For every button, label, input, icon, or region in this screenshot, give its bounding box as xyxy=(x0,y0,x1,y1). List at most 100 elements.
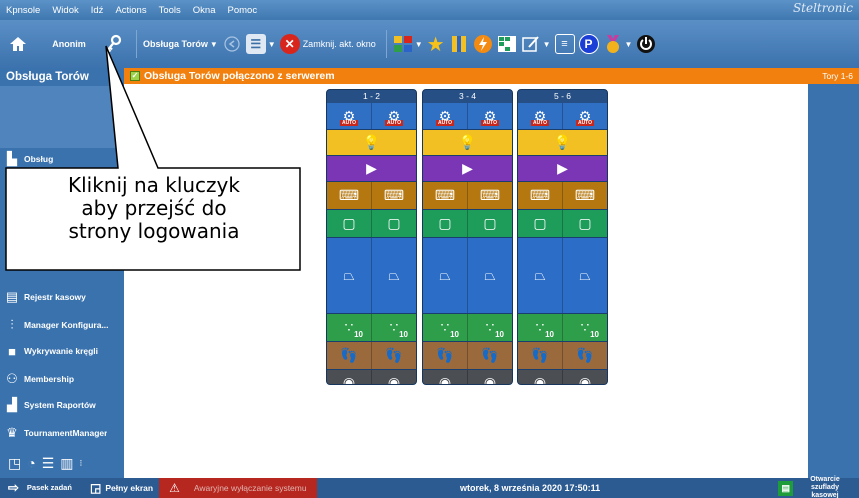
parking-button[interactable]: P xyxy=(578,34,599,54)
lane-control-row: ▢ ▢ xyxy=(327,209,416,237)
sidebar-item-config[interactable]: ⫶ Manager Konfigura... xyxy=(0,312,124,338)
pin-camera-button[interactable]: ▶ xyxy=(327,156,416,181)
sidebar-item-reports[interactable]: ▟ System Raportów xyxy=(0,392,124,418)
lights-button[interactable]: 💡 xyxy=(327,130,416,155)
back-button[interactable] xyxy=(222,36,242,52)
keyboard-button[interactable]: ⌨ xyxy=(468,182,512,209)
camera-pins-icon: ▶ xyxy=(557,160,568,176)
list-icon[interactable]: ☰ xyxy=(42,455,55,472)
ball-return-button[interactable]: ◉ xyxy=(372,370,416,384)
lanes-dropdown[interactable]: Obsługa Torów ▼ xyxy=(143,39,218,49)
taskbar-toggle-button[interactable]: ⇨ Pasek zadań xyxy=(0,478,72,498)
spreadsheet-button[interactable] xyxy=(497,34,517,54)
keyboard-button[interactable]: ⌨ xyxy=(563,182,607,209)
sidebar-item-lanes[interactable]: ▙ Obsług xyxy=(0,146,124,172)
pins-10-button[interactable]: ∵ 10 xyxy=(563,314,607,341)
sidebar-item-pin-detection[interactable]: ■ Wykrywanie kręgli xyxy=(0,338,124,364)
ball-return-button[interactable]: ◉ xyxy=(563,370,607,384)
gauge-icon[interactable]: ◔ xyxy=(27,455,35,471)
keyboard-button[interactable]: ⌨ xyxy=(518,182,563,209)
lane-control-row: 👣 👣 xyxy=(327,341,416,369)
menu-widok[interactable]: Widok xyxy=(46,5,84,16)
lightning-button[interactable] xyxy=(473,34,493,54)
lane-icon: ▙ xyxy=(7,151,17,166)
lane-settings-button[interactable] xyxy=(449,34,469,54)
lane-control-row: ▢ ▢ xyxy=(518,209,607,237)
fullscreen-button[interactable]: ◲ Pełny ekran xyxy=(90,478,153,498)
foul-line-button[interactable]: 👣 xyxy=(518,342,563,369)
pins-10-button[interactable]: ∵ 10 xyxy=(518,314,563,341)
lane-view-button[interactable]: ⏢ xyxy=(372,238,416,313)
ball-return-button[interactable]: ◉ xyxy=(327,370,372,384)
emergency-shutdown-button[interactable]: ⚠ Awaryjne wyłączanie systemu xyxy=(159,478,317,498)
power-button[interactable] xyxy=(636,34,656,54)
auto-pinsetter-button[interactable]: ⚙ AUTO xyxy=(327,103,372,129)
menu-actions[interactable]: Actions xyxy=(109,5,152,16)
chart-icon[interactable]: ▥ xyxy=(60,455,73,472)
color-grid-button[interactable]: ▼ xyxy=(393,34,423,54)
lane-view-button[interactable]: ⏢ xyxy=(423,238,468,313)
monitor-button[interactable]: ▢ xyxy=(372,210,416,237)
pins-10-button[interactable]: ∵ 10 xyxy=(468,314,512,341)
lane-view-button[interactable]: ⏢ xyxy=(563,238,607,313)
lane-pair-1[interactable]: 1 - 2 ⚙ AUTO ⚙ AUTO 💡 ▶ ⌨ ⌨ ▢ ▢ ⏢ ⏢ ∵ 10 ∵ 10 👣 👣 ◉ ◉ xyxy=(326,89,417,385)
auto-pinsetter-button[interactable]: ⚙ AUTO xyxy=(468,103,512,129)
list-panel-button[interactable]: ≡ xyxy=(554,34,575,54)
lights-button[interactable]: 💡 xyxy=(423,130,512,155)
menu-konsole[interactable]: Kpnsole xyxy=(0,5,46,16)
foot-icon: 👣 xyxy=(481,347,499,363)
menu-pomoc[interactable]: Pomoc xyxy=(222,5,264,16)
foul-line-button[interactable]: 👣 xyxy=(372,342,416,369)
monitor-button[interactable]: ▢ xyxy=(327,210,372,237)
lane-view-button[interactable]: ⏢ xyxy=(327,238,372,313)
auto-badge: AUTO xyxy=(480,120,500,126)
monitor-button[interactable]: ▢ xyxy=(563,210,607,237)
keyboard-button[interactable]: ⌨ xyxy=(423,182,468,209)
medal-button[interactable]: ▼ xyxy=(603,34,632,54)
favorite-button[interactable]: ★ xyxy=(427,32,445,57)
sidebar-item-membership[interactable]: ⚇ Membership xyxy=(0,366,124,392)
pins-10-button[interactable]: ∵ 10 xyxy=(423,314,468,341)
ball-return-button[interactable]: ◉ xyxy=(423,370,468,384)
more-icon[interactable]: ⁝ xyxy=(80,458,83,469)
foul-line-button[interactable]: 👣 xyxy=(423,342,468,369)
monitor-button[interactable]: ▢ xyxy=(518,210,563,237)
lane-view-button[interactable]: ⏢ xyxy=(518,238,563,313)
menu-okna[interactable]: Okna xyxy=(187,5,222,16)
keyboard-button[interactable]: ⌨ xyxy=(327,182,372,209)
auto-pinsetter-button[interactable]: ⚙ AUTO xyxy=(563,103,607,129)
monitor-icon: ▢ xyxy=(342,215,356,231)
lane-view-button[interactable]: ⏢ xyxy=(468,238,512,313)
ball-return-button[interactable]: ◉ xyxy=(468,370,512,384)
auto-pinsetter-button[interactable]: ⚙ AUTO xyxy=(423,103,468,129)
monitor-button[interactable]: ▢ xyxy=(468,210,512,237)
lane-pair-3[interactable]: 5 - 6 ⚙ AUTO ⚙ AUTO 💡 ▶ ⌨ ⌨ ▢ ▢ ⏢ ⏢ ∵ 10 ∵ 10 👣 👣 ◉ ◉ xyxy=(517,89,608,385)
list-view-button[interactable]: ☰ ▼ xyxy=(245,34,276,54)
pin-camera-button[interactable]: ▶ xyxy=(423,156,512,181)
expand-icon[interactable]: ◳ xyxy=(8,455,21,472)
pins-10-button[interactable]: ∵ 10 xyxy=(327,314,372,341)
pins-10-button[interactable]: ∵ 10 xyxy=(372,314,416,341)
lights-button[interactable]: 💡 xyxy=(518,130,607,155)
foot-icon: 👣 xyxy=(576,347,594,363)
home-button[interactable] xyxy=(0,35,36,53)
menu-tools[interactable]: Tools xyxy=(153,5,187,16)
pins-icon: ∵ xyxy=(580,319,590,335)
sidebar-item-cash-register[interactable]: ▤ Rejestr kasowy xyxy=(0,284,124,310)
auto-pinsetter-button[interactable]: ⚙ AUTO xyxy=(518,103,563,129)
keyboard-button[interactable]: ⌨ xyxy=(372,182,416,209)
open-cash-drawer-button[interactable]: ▤ Otwarcie szuflady kasowej xyxy=(778,476,853,498)
foul-line-button[interactable]: 👣 xyxy=(327,342,372,369)
lane-pair-2[interactable]: 3 - 4 ⚙ AUTO ⚙ AUTO 💡 ▶ ⌨ ⌨ ▢ ▢ ⏢ ⏢ ∵ 10 ∵ 10 👣 👣 ◉ ◉ xyxy=(422,89,513,385)
key-button[interactable] xyxy=(102,34,126,54)
menu-idz[interactable]: Idź xyxy=(85,5,110,16)
pin-camera-button[interactable]: ▶ xyxy=(518,156,607,181)
close-window-button[interactable]: ✕ Zamknij. akt. okno xyxy=(279,34,376,54)
edit-button[interactable]: ▼ xyxy=(521,34,551,54)
monitor-button[interactable]: ▢ xyxy=(423,210,468,237)
ball-return-button[interactable]: ◉ xyxy=(518,370,563,384)
foul-line-button[interactable]: 👣 xyxy=(468,342,512,369)
sidebar-item-tournament[interactable]: ♛ TournamentManager xyxy=(0,420,124,446)
auto-pinsetter-button[interactable]: ⚙ AUTO xyxy=(372,103,416,129)
foul-line-button[interactable]: 👣 xyxy=(563,342,607,369)
